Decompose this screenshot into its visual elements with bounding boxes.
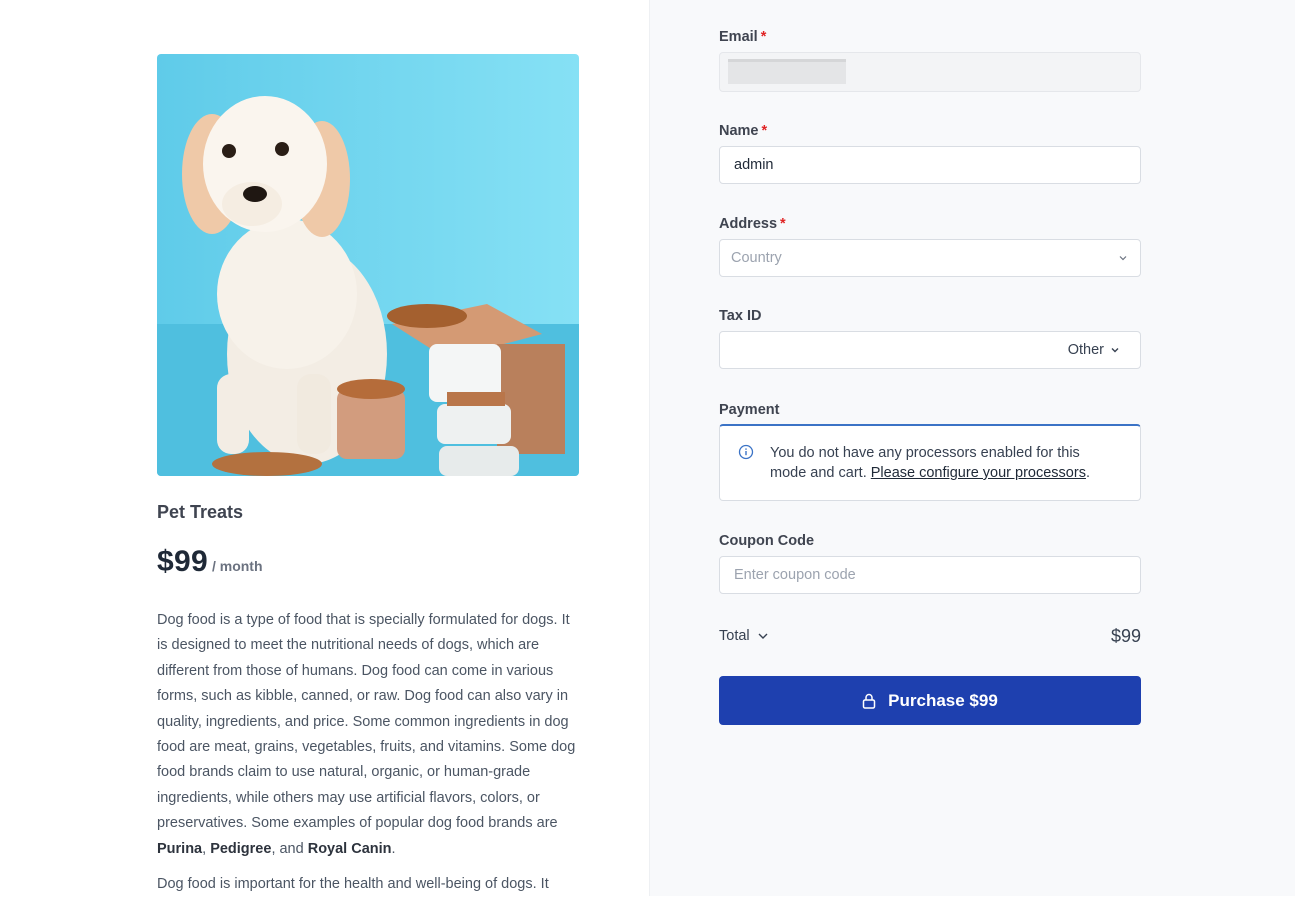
total-amount: $99: [1110, 625, 1141, 646]
product-name: Pet Treats: [157, 502, 244, 522]
price-amount: $99: [157, 545, 208, 578]
coupon-placeholder: Enter coupon code: [734, 567, 856, 583]
required-mark: *: [780, 216, 786, 232]
required-mark: *: [760, 29, 767, 45]
separator: ,: [202, 840, 211, 857]
address-label: Address *: [719, 214, 1141, 234]
coupon-label: Coupon Code: [719, 533, 815, 549]
coupon-input[interactable]: Enter coupon code: [719, 556, 1141, 594]
brand-pedigree: Pedigree: [210, 840, 272, 857]
chevron-down-icon: [1119, 256, 1127, 261]
email-field-group: Email *: [719, 27, 1141, 92]
payment-field-group: Payment You do not have any processors e…: [719, 400, 1141, 501]
email-label: Email *: [719, 27, 1141, 47]
tax-id-input[interactable]: Other: [719, 331, 1141, 369]
payment-label: Payment: [719, 402, 780, 418]
tax-id-label: Tax ID: [719, 308, 762, 324]
separator: , and: [271, 840, 308, 857]
address-label-text: Address: [719, 216, 778, 232]
notice-end: .: [1085, 465, 1090, 481]
purchase-button-label: Purchase $99: [888, 690, 998, 710]
configure-processors-link[interactable]: Please configure your processors: [871, 465, 1086, 481]
lock-icon: [862, 693, 876, 709]
chevron-down-icon: [1111, 348, 1119, 353]
coupon-field-group: Coupon Code Enter coupon code: [719, 531, 1141, 594]
country-select[interactable]: Country: [719, 239, 1141, 277]
brand-purina: Purina: [157, 840, 203, 857]
tax-type-value: Other: [1067, 342, 1104, 358]
description-paragraph-2: Dog food is important for the health and…: [157, 876, 549, 893]
tax-type-select[interactable]: Other: [1068, 332, 1120, 368]
tax-id-field-group: Tax ID Other: [719, 306, 1141, 369]
total-row: Total $99: [719, 625, 1141, 647]
payment-notice: You do not have any processors enabled f…: [719, 424, 1141, 501]
purchase-button[interactable]: Purchase $99: [719, 676, 1141, 725]
name-label: Name *: [719, 121, 1141, 141]
email-input[interactable]: [719, 52, 1141, 92]
chevron-down-icon: [758, 633, 768, 639]
country-placeholder: Country: [731, 250, 782, 266]
period: .: [391, 840, 396, 857]
required-mark: *: [761, 123, 768, 139]
price-interval: / month: [211, 558, 263, 574]
price-row: $99 / month: [157, 545, 263, 579]
dog-with-food-image: [157, 54, 579, 476]
total-label: Total: [719, 628, 750, 644]
email-loading-skeleton: [728, 59, 846, 84]
brand-royal-canin: Royal Canin: [307, 840, 392, 857]
name-field-group: Name * admin: [719, 121, 1141, 184]
total-toggle[interactable]: Total: [719, 628, 769, 644]
description-paragraph: Dog food is a type of food that is speci…: [157, 608, 582, 862]
name-label-text: Name: [719, 123, 759, 139]
description-text: Dog food is a type of food that is speci…: [157, 612, 576, 832]
email-label-text: Email: [719, 29, 758, 45]
product-description: Dog food is a type of food that is speci…: [157, 608, 582, 907]
info-icon: [738, 444, 754, 460]
address-field-group: Address * Country: [719, 214, 1141, 277]
name-input[interactable]: admin: [719, 146, 1141, 184]
product-image: [157, 54, 579, 476]
